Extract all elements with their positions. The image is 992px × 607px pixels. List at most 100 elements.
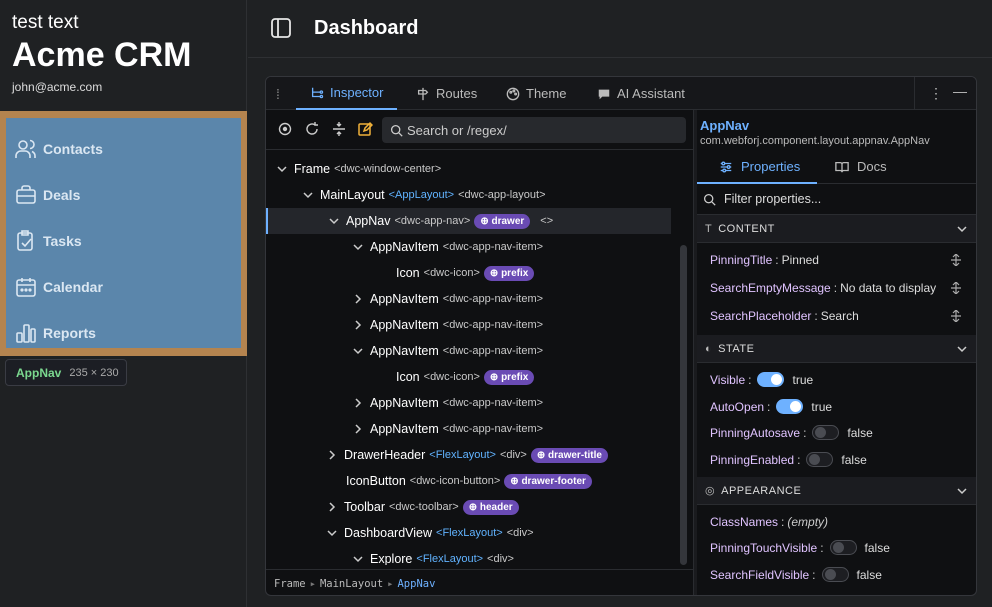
chevron-right-icon[interactable]: [352, 293, 364, 305]
component-tag: <dwc-app-nav-item>: [442, 319, 544, 331]
tab-routes[interactable]: Routes: [416, 77, 477, 110]
minimize-icon[interactable]: —: [953, 83, 967, 99]
nav-item-tasks[interactable]: Tasks: [6, 218, 241, 264]
app-drawer: test text Acme CRM john@acme.com Contact…: [0, 0, 247, 607]
tree-row[interactable]: Frame <dwc-window-center>: [266, 156, 671, 182]
tree-row-selected[interactable]: AppNav <dwc-app-nav> ⊕ drawer <>: [266, 208, 671, 234]
chevron-right-icon[interactable]: [352, 423, 364, 435]
more-icon[interactable]: ⋮: [929, 85, 943, 102]
tooltip-size: 235 × 230: [69, 366, 119, 379]
section-appearance-header[interactable]: ◎ APPEARANCE: [697, 477, 976, 505]
drag-icon[interactable]: [950, 254, 962, 266]
property-row: PinningTitle: Pinned: [710, 253, 819, 267]
component-name: IconButton: [346, 474, 406, 488]
tree-scrollbar[interactable]: [680, 245, 687, 565]
property-value: false: [847, 425, 873, 440]
tree-row[interactable]: Icon <dwc-icon> ⊕ prefix: [266, 260, 671, 286]
property-value[interactable]: No data to display: [840, 281, 936, 295]
tree-row[interactable]: DashboardView <FlexLayout> <div>: [266, 520, 671, 546]
breadcrumb-item[interactable]: Frame: [274, 578, 306, 590]
tree-row[interactable]: AppNavItem <dwc-app-nav-item>: [266, 286, 671, 312]
sidebar-toggle-icon[interactable]: [270, 17, 292, 39]
property-value[interactable]: Pinned: [782, 253, 819, 267]
property-row: SearchEmptyMessage: No data to display: [710, 281, 937, 295]
tree-row[interactable]: IconButton <dwc-icon-button> ⊕ drawer-fo…: [266, 468, 671, 494]
tree-row[interactable]: AppNavItem <dwc-app-nav-item>: [266, 390, 671, 416]
nav-item-calendar[interactable]: Calendar: [6, 264, 241, 310]
component-name: AppNavItem: [370, 422, 439, 436]
collapse-all-icon[interactable]: [331, 121, 347, 137]
chevron-down-icon[interactable]: [302, 189, 314, 201]
chevron-right-icon[interactable]: [352, 319, 364, 331]
nav-item-label: Tasks: [43, 233, 82, 249]
chevron-down-icon[interactable]: [352, 241, 364, 253]
chevron-right-icon[interactable]: [326, 449, 338, 461]
section-state-header[interactable]: ◐ STATE: [697, 335, 976, 363]
drag-handle-icon[interactable]: ⁞: [276, 86, 280, 102]
tree-row[interactable]: AppNavItem <dwc-app-nav-item>: [266, 338, 671, 364]
tab-properties[interactable]: Properties: [719, 159, 800, 174]
component-java-type: <AppLayout>: [388, 189, 455, 201]
property-toggle[interactable]: [829, 540, 857, 555]
refresh-icon[interactable]: [304, 121, 320, 137]
tab-label: Inspector: [330, 85, 384, 100]
nav-item-reports[interactable]: Reports: [6, 310, 241, 356]
tab-inspector[interactable]: Inspector: [296, 77, 398, 110]
component-name: DashboardView: [344, 526, 433, 540]
section-content-header[interactable]: T CONTENT: [697, 215, 976, 243]
slot-badge: ⊕ drawer-title: [530, 447, 608, 463]
chevron-down-icon[interactable]: [328, 215, 340, 227]
page-title: Dashboard: [314, 17, 419, 39]
property-toggle[interactable]: [812, 425, 840, 440]
chevron-down-icon[interactable]: [352, 553, 364, 565]
tree-row[interactable]: AppNavItem <dwc-app-nav-item>: [266, 234, 671, 260]
drag-icon[interactable]: [950, 310, 962, 322]
chevron-down-icon[interactable]: [352, 345, 364, 357]
target-icon[interactable]: [277, 121, 293, 137]
devtools-tabs: ⁞ Inspector Routes Theme AI Assistant ⋮ …: [266, 77, 976, 110]
property-key: ClassNames: [710, 515, 779, 529]
property-row: Visible: true: [710, 372, 814, 387]
breadcrumb-current[interactable]: AppNav: [397, 578, 435, 590]
property-value[interactable]: (empty): [787, 515, 828, 529]
drag-icon[interactable]: [950, 282, 962, 294]
nav-item-label: Reports: [43, 325, 96, 341]
component-tag: <dwc-app-nav-item>: [442, 293, 544, 305]
calendar-icon: [16, 278, 36, 297]
view-source-icon[interactable]: <>: [540, 215, 553, 227]
chevron-down-icon[interactable]: [326, 527, 338, 539]
tree-row[interactable]: AppNavItem <dwc-app-nav-item>: [266, 312, 671, 338]
edit-icon[interactable]: [357, 121, 373, 137]
component-tree: Frame <dwc-window-center> MainLayout <Ap…: [266, 151, 686, 565]
component-name: Frame: [294, 162, 331, 176]
breadcrumb-separator-icon: ▸: [309, 577, 316, 590]
property-toggle[interactable]: [776, 399, 804, 414]
property-key: SearchEmptyMessage: [710, 281, 831, 295]
tree-row[interactable]: Explore <FlexLayout> <div>: [266, 546, 671, 565]
component-tag: <dwc-toolbar>: [389, 501, 459, 513]
tree-row[interactable]: AppNavItem <dwc-app-nav-item>: [266, 416, 671, 442]
tab-theme[interactable]: Theme: [506, 77, 566, 110]
nav-item-deals[interactable]: Deals: [6, 172, 241, 218]
tab-docs[interactable]: Docs: [835, 159, 887, 174]
tree-row[interactable]: Icon <dwc-icon> ⊕ prefix: [266, 364, 671, 390]
tree-row[interactable]: DrawerHeader <FlexLayout> <div> ⊕ drawer…: [266, 442, 671, 468]
breadcrumb-item[interactable]: MainLayout: [320, 578, 383, 590]
tab-ai-assistant[interactable]: AI Assistant: [597, 77, 685, 110]
slot-badge: ⊕ prefix: [483, 265, 535, 281]
property-toggle[interactable]: [757, 372, 785, 387]
property-value[interactable]: Search: [821, 309, 859, 323]
tree-row[interactable]: Toolbar <dwc-toolbar> ⊕ header: [266, 494, 671, 520]
filter-properties-input[interactable]: Filter properties...: [697, 184, 976, 215]
signpost-icon: [417, 87, 429, 100]
briefcase-icon: [16, 185, 36, 204]
palette-icon: [506, 87, 520, 100]
property-toggle[interactable]: [806, 452, 834, 467]
chevron-right-icon[interactable]: [326, 501, 338, 513]
property-toggle[interactable]: [821, 567, 849, 582]
tree-search-input[interactable]: Search or /regex/: [382, 117, 686, 143]
nav-item-contacts[interactable]: Contacts: [6, 126, 241, 172]
tree-row[interactable]: MainLayout <AppLayout> <dwc-app-layout>: [266, 182, 671, 208]
chevron-right-icon[interactable]: [352, 397, 364, 409]
chevron-down-icon[interactable]: [276, 163, 288, 175]
